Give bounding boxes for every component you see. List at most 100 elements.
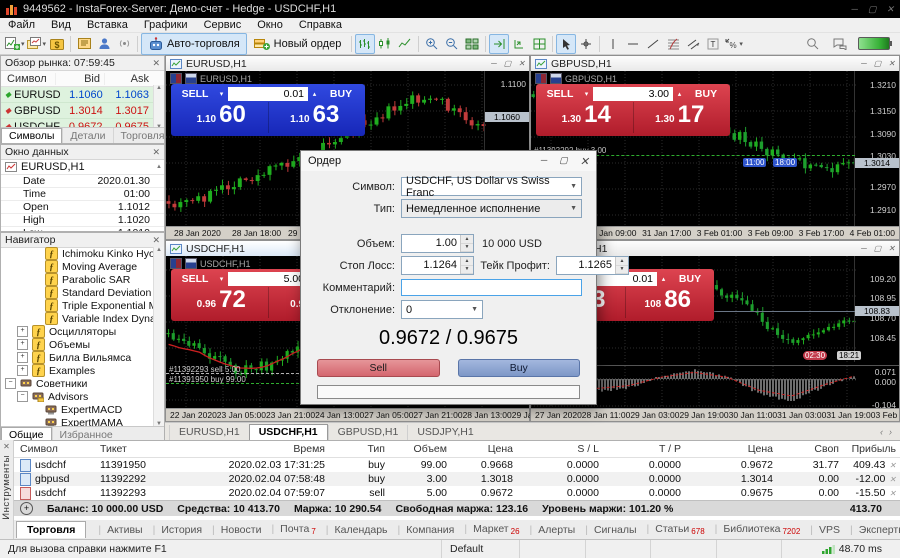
fibonacci-button[interactable]: [663, 34, 683, 54]
search-icon[interactable]: [802, 34, 822, 54]
stop-loss-stepper[interactable]: 1.1264▲▼: [401, 256, 474, 275]
cursor-button[interactable]: [556, 34, 576, 54]
collapse-icon[interactable]: −: [5, 378, 16, 389]
buy-button[interactable]: BUY: [686, 88, 726, 100]
toolbox-tab[interactable]: Новости: [204, 522, 263, 538]
channel-button[interactable]: [683, 34, 703, 54]
scroll-up-icon[interactable]: ▲: [156, 164, 162, 170]
expand-icon[interactable]: +: [17, 326, 28, 337]
toolbox-tab[interactable]: Алерты: [522, 522, 578, 538]
trendline-button[interactable]: [643, 34, 663, 54]
volume-stepper[interactable]: 1.00▲▼: [401, 234, 474, 253]
expand-icon[interactable]: +: [17, 352, 28, 363]
position-row[interactable]: usdchf 113922932020.02.04 07:59:07 sell5…: [0, 486, 900, 500]
navigator-item-indicator[interactable]: ƒTriple Exponential Movin: [1, 299, 154, 312]
close-position-icon[interactable]: ✕: [889, 489, 896, 498]
toolbox-tab[interactable]: Календарь: [318, 522, 390, 538]
navigator-group[interactable]: +ƒОсцилляторы: [1, 325, 154, 338]
navigator-item-indicator[interactable]: ƒIchimoku Kinko Hyo: [1, 247, 154, 260]
close-icon[interactable]: ✕: [152, 235, 160, 246]
collapse-icon[interactable]: −: [17, 391, 28, 402]
sell-button[interactable]: Sell: [317, 359, 440, 377]
navigator-group[interactable]: +ƒБилла Вильямса: [1, 351, 154, 364]
status-profile[interactable]: Default: [442, 540, 520, 558]
buy-button[interactable]: BUY: [321, 88, 361, 100]
buy-button[interactable]: BUY: [670, 273, 710, 285]
volume-down-button[interactable]: ▾: [217, 90, 226, 98]
market-watch-tab[interactable]: Торговля: [113, 128, 165, 143]
navigator-item-indicator[interactable]: ƒVariable Index Dynamic A: [1, 312, 154, 325]
new-order-button[interactable]: Новый ордер: [247, 33, 349, 55]
market-watch-scrollbar[interactable]: ▲▼: [153, 85, 164, 130]
buy-price[interactable]: 1.1063: [268, 102, 362, 133]
data-window-button[interactable]: [74, 34, 94, 54]
menu-item[interactable]: Вставка: [79, 18, 136, 33]
menu-item[interactable]: Графики: [136, 18, 196, 33]
volume-down-button[interactable]: ▾: [582, 90, 591, 98]
market-watch-row[interactable]: ◆EURUSD 1.1060 1.1063: [1, 87, 153, 103]
navigator-item-expert[interactable]: ExpertMACD: [1, 403, 154, 416]
auto-scroll-button[interactable]: [509, 34, 529, 54]
chart-tab[interactable]: USDCHF,H1: [249, 424, 328, 440]
bar-chart-button[interactable]: [355, 34, 375, 54]
resize-grip[interactable]: [890, 540, 900, 558]
symbol-select[interactable]: USDCHF, US Dollar vs Swiss Franc▼: [401, 177, 582, 196]
close-icon[interactable]: ✕: [3, 442, 10, 451]
type-select[interactable]: Немедленное исполнение▼: [401, 199, 582, 218]
navigator-item-indicator[interactable]: ƒParabolic SAR: [1, 273, 154, 286]
navigator-group[interactable]: +ƒExamples: [1, 364, 154, 377]
menu-item[interactable]: Окно: [249, 18, 291, 33]
dialog-titlebar[interactable]: Ордер ─▢✕: [301, 151, 596, 171]
sell-price[interactable]: 1.3014: [540, 102, 633, 133]
comment-input[interactable]: [401, 279, 582, 296]
toolbox-tab[interactable]: История: [145, 522, 204, 538]
chart-window-titlebar[interactable]: GBPUSD,H1 ─▢✕: [531, 56, 899, 72]
navigator-group[interactable]: +ƒОбъемы: [1, 338, 154, 351]
toolbox-tab[interactable]: Маркет26: [456, 521, 521, 538]
toolbox-side-tab[interactable]: ✕ Инструменты: [0, 440, 14, 539]
menu-item[interactable]: Файл: [0, 18, 43, 33]
toolbox-tab[interactable]: VPS: [802, 522, 842, 538]
toolbox-tab[interactable]: Статьи678: [639, 521, 707, 538]
toolbox-tab[interactable]: Почта7: [263, 521, 317, 538]
window-controls[interactable]: ─▢✕: [861, 59, 895, 68]
take-profit-stepper[interactable]: 1.1265▲▼: [556, 256, 629, 275]
volume-down-button[interactable]: ▾: [217, 275, 226, 283]
window-controls[interactable]: ─▢✕: [861, 244, 895, 253]
horizontal-line-button[interactable]: [623, 34, 643, 54]
volume-input[interactable]: 5.00: [228, 272, 308, 286]
grid-button[interactable]: [529, 34, 549, 54]
chart-tab[interactable]: USDJPY,H1: [407, 425, 482, 440]
profiles-button[interactable]: ▾: [26, 34, 48, 54]
toolbox-tab[interactable]: Компания: [390, 522, 457, 538]
expand-icon[interactable]: +: [17, 365, 28, 376]
candlestick-chart-button[interactable]: [375, 34, 395, 54]
navigator-folder-advisors[interactable]: −Advisors: [1, 390, 154, 403]
tab-scroll-arrows[interactable]: ‹›: [880, 427, 892, 437]
position-row[interactable]: gbpusd 113922922020.02.04 07:58:48 buy3.…: [0, 472, 900, 486]
market-watch-button[interactable]: $: [47, 34, 67, 54]
sell-button[interactable]: SELL: [175, 273, 215, 285]
arrows-button[interactable]: %▾: [723, 34, 744, 54]
position-row[interactable]: usdchf 113919502020.02.03 17:31:25 buy99…: [0, 458, 900, 472]
market-watch-row[interactable]: ◆GBPUSD 1.3014 1.3017: [1, 103, 153, 119]
toolbox-tab[interactable]: Активы: [90, 522, 144, 538]
crosshair-button[interactable]: [576, 34, 596, 54]
toolbox-tab[interactable]: Торговля: [16, 521, 86, 538]
navigator-item-indicator[interactable]: ƒStandard Deviation: [1, 286, 154, 299]
sell-price[interactable]: 1.1060: [175, 102, 268, 133]
volume-input[interactable]: 3.00: [593, 87, 673, 101]
tile-windows-button[interactable]: [462, 34, 482, 54]
volume-up-button[interactable]: ▴: [659, 275, 668, 283]
shift-end-button[interactable]: [489, 34, 509, 54]
close-icon[interactable]: ✕: [152, 147, 160, 158]
menu-item[interactable]: Сервис: [196, 18, 250, 33]
navigator-item-indicator[interactable]: ƒMoving Average: [1, 260, 154, 273]
community-button[interactable]: [114, 34, 134, 54]
navigator-group-advisors[interactable]: −Советники: [1, 377, 154, 390]
sell-button[interactable]: SELL: [175, 88, 215, 100]
dialog-controls[interactable]: ─▢✕: [541, 155, 589, 168]
buy-price[interactable]: 1.3017: [633, 102, 727, 133]
market-watch-tab[interactable]: Детали: [62, 128, 112, 143]
auto-trading-button[interactable]: Авто-торговля: [141, 33, 247, 55]
